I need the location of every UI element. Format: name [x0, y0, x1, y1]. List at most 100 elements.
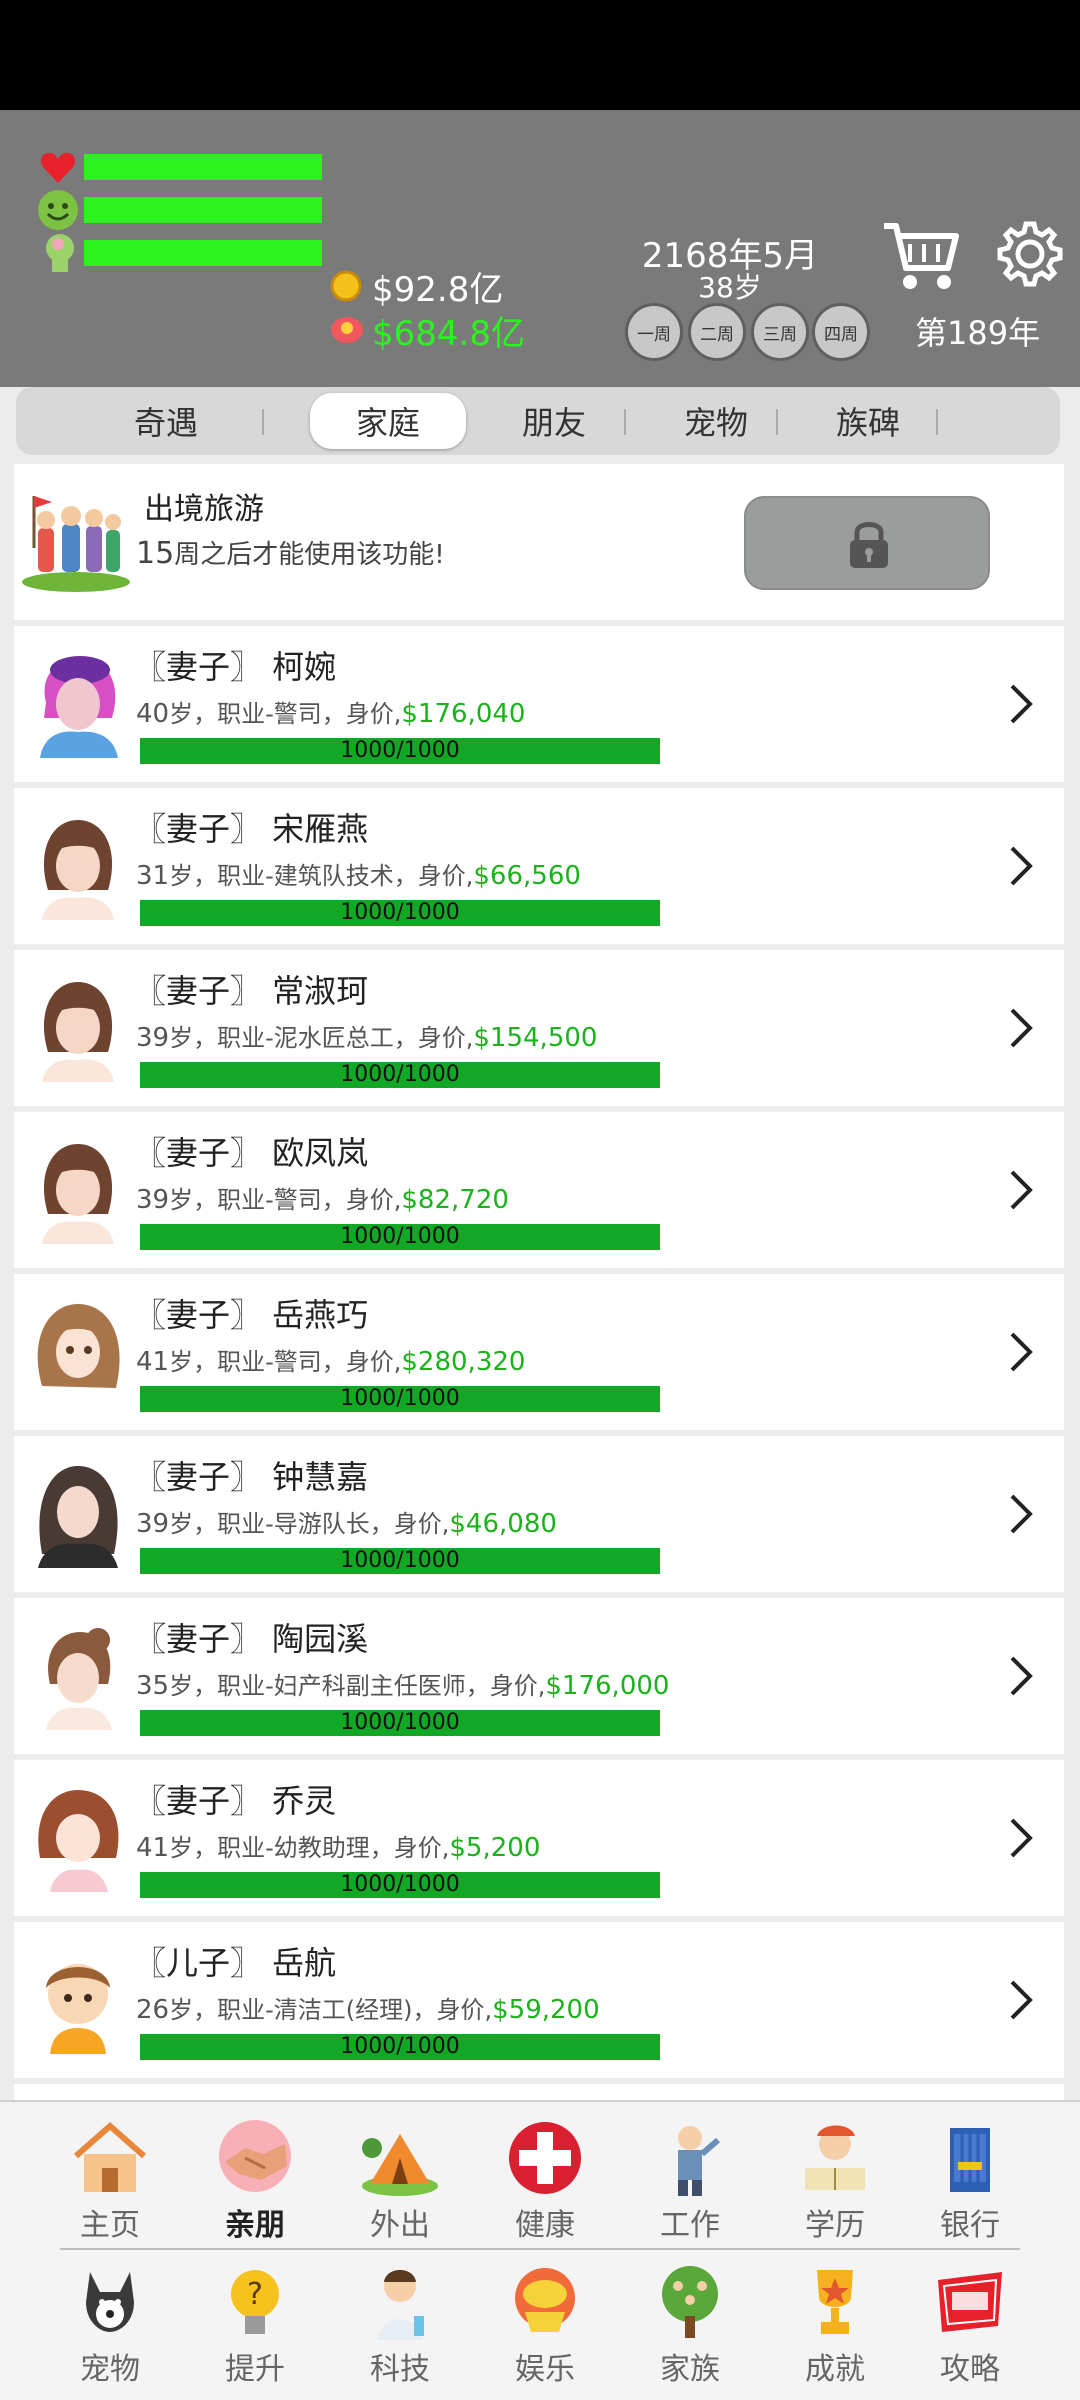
member-info: 40岁，职业-警司，身价,$176,040	[136, 699, 526, 729]
family-member-card[interactable]: 〖妻子〗 乔灵 41岁，职业-幼教助理，身价,$5,200 1000/1000	[14, 1760, 1064, 1916]
relationship-bar: 1000/1000	[140, 900, 660, 926]
gold-coin-icon	[330, 270, 362, 302]
avatar-icon	[38, 1466, 118, 1568]
status-bar	[0, 0, 1080, 110]
heart-icon	[40, 152, 76, 183]
nav-improve[interactable]: ? 提升	[185, 2256, 325, 2387]
nav-entertainment[interactable]: 娱乐	[475, 2256, 615, 2387]
dog-icon	[86, 2272, 134, 2332]
nav-relatives[interactable]: 亲朋	[185, 2112, 325, 2243]
relationship-bar: 1000/1000	[140, 1224, 660, 1250]
family-member-card[interactable]: 〖妻子〗 岳燕巧 41岁，职业-警司，身价,$280,320 1000/1000	[14, 1274, 1064, 1430]
week-1-button[interactable]: 一周	[625, 303, 683, 361]
nav-divider	[60, 2248, 1020, 2250]
family-tree-icon	[662, 2266, 718, 2338]
nav-home[interactable]: 主页	[40, 2112, 180, 2243]
smiley-icon	[38, 190, 78, 230]
health-bar	[84, 154, 322, 180]
week-4-button[interactable]: 四周	[812, 303, 870, 361]
player-age: 38岁	[698, 271, 762, 304]
member-info: 35岁，职业-妇产科副主任医师，身价,$176,000	[136, 1671, 670, 1701]
avatar-icon	[42, 1144, 114, 1244]
tab-divider	[776, 409, 778, 435]
member-info: 39岁，职业-泥水匠总工，身价,$154,500	[136, 1023, 598, 1053]
avatar-icon	[37, 1304, 120, 1388]
worker-icon	[678, 2126, 720, 2196]
family-member-card[interactable]: 〖妻子〗 钟慧嘉 39岁，职业-导游队长，身价,$46,080 1000/100…	[14, 1436, 1064, 1592]
wealth-value: $92.8亿	[372, 270, 504, 310]
member-info: 39岁，职业-导游队长，身价,$46,080	[136, 1509, 557, 1539]
chevron-right-icon	[1010, 1818, 1033, 1858]
chevron-right-icon	[1010, 1980, 1033, 2020]
category-tabs: 奇遇 家庭 朋友 宠物 族碑	[16, 387, 1060, 455]
nav-outing[interactable]: 外出	[330, 2112, 470, 2243]
tab-divider	[262, 409, 264, 435]
avatar-icon	[46, 1964, 110, 2054]
family-member-card[interactable]: 〖妻子〗 欧凤岚 39岁，职业-警司，身价,$82,720 1000/1000	[14, 1112, 1064, 1268]
nav-technology[interactable]: 科技	[330, 2256, 470, 2387]
home-icon	[74, 2121, 146, 2192]
settings-gear-icon[interactable]	[996, 220, 1064, 288]
stats-header: $92.8亿 $684.8亿 2168年5月 38岁 一周 二周 三周 四周 第…	[0, 110, 1080, 387]
handshake-icon	[219, 2120, 291, 2192]
member-title: 〖妻子〗 欧凤岚	[134, 1134, 369, 1172]
trophy-icon	[817, 2270, 853, 2334]
member-title: 〖妻子〗 柯婉	[134, 648, 337, 686]
travel-subtitle: 15周之后才能使用该功能!	[136, 536, 445, 571]
medical-cross-icon	[509, 2122, 581, 2194]
nav-clan[interactable]: 家族	[620, 2256, 760, 2387]
member-info: 39岁，职业-警司，身价,$82,720	[136, 1185, 509, 1215]
avatar-icon	[38, 1790, 119, 1892]
family-member-card[interactable]: 〖妻子〗 常淑珂 39岁，职业-泥水匠总工，身价,$154,500 1000/1…	[14, 950, 1064, 1106]
member-title: 〖妻子〗 宋雁燕	[134, 810, 369, 848]
member-title: 〖妻子〗 钟慧嘉	[134, 1458, 369, 1496]
tab-adventure[interactable]: 奇遇	[106, 393, 226, 449]
family-member-card[interactable]: 〖妻子〗 柯婉 40岁，职业-警司，身价,$176,040 1000/1000	[14, 626, 1064, 782]
family-member-card[interactable]: 〖儿子〗 岳航 26岁，职业-清洁工(经理)，身价,$59,200 1000/1…	[14, 1922, 1064, 2078]
member-info: 31岁，职业-建筑队技术，身价,$66,560	[136, 861, 581, 891]
nav-achievements[interactable]: 成就	[765, 2256, 905, 2387]
week-2-button[interactable]: 二周	[688, 303, 746, 361]
nav-guide[interactable]: 攻略	[900, 2256, 1040, 2387]
week-3-button[interactable]: 三周	[751, 303, 809, 361]
member-title: 〖儿子〗 岳航	[134, 1944, 337, 1982]
nav-bank[interactable]: 银行	[900, 2112, 1040, 2243]
travel-locked-button[interactable]	[744, 496, 990, 590]
member-title: 〖妻子〗 常淑珂	[134, 972, 369, 1010]
tab-friends[interactable]: 朋友	[494, 393, 614, 449]
member-title: 〖妻子〗 岳燕巧	[134, 1296, 369, 1334]
lightbulb-icon: ?	[231, 2270, 279, 2334]
nav-pets[interactable]: 宠物	[40, 2256, 180, 2387]
chevron-right-icon	[1010, 1656, 1033, 1696]
scientist-icon	[378, 2270, 424, 2340]
bottom-navigation: 主页 亲朋 外出 健康 工作 学历 银行 宠物 ? 提升 科技 娱乐 家族 成就…	[0, 2100, 1080, 2400]
tab-pets[interactable]: 宠物	[656, 393, 776, 449]
relationship-bar: 1000/1000	[140, 1548, 660, 1574]
avatar-icon	[46, 1628, 112, 1730]
chevron-right-icon	[1010, 1494, 1033, 1534]
shopping-cart-icon[interactable]	[880, 218, 960, 294]
tab-family[interactable]: 家庭	[310, 393, 466, 449]
nav-education[interactable]: 学历	[765, 2112, 905, 2243]
member-title: 〖妻子〗 乔灵	[134, 1782, 337, 1820]
member-info: 26岁，职业-清洁工(经理)，身价,$59,200	[136, 1995, 600, 2025]
avatar-icon	[40, 656, 118, 758]
piggy-bank-icon	[331, 317, 363, 343]
family-member-card[interactable]: 〖妻子〗 宋雁燕 31岁，职业-建筑队技术，身价,$66,560 1000/10…	[14, 788, 1064, 944]
relationship-bar: 1000/1000	[140, 1710, 660, 1736]
avatar-icon	[42, 982, 114, 1082]
relationship-bar: 1000/1000	[140, 1872, 660, 1898]
tent-icon	[362, 2134, 438, 2196]
chevron-right-icon	[1010, 1170, 1033, 1210]
tips-icon	[938, 2272, 1002, 2332]
relationship-bar: 1000/1000	[140, 1062, 660, 1088]
tab-memorial[interactable]: 族碑	[808, 393, 928, 449]
nav-health[interactable]: 健康	[475, 2112, 615, 2243]
tab-divider	[624, 409, 626, 435]
nav-work[interactable]: 工作	[620, 2112, 760, 2243]
gold-ingot-icon	[515, 2268, 575, 2332]
tab-divider	[936, 409, 938, 435]
travel-group-icon	[22, 496, 130, 592]
family-member-card[interactable]: 〖妻子〗 陶园溪 35岁，职业-妇产科副主任医师，身价,$176,000 100…	[14, 1598, 1064, 1754]
travel-title: 出境旅游	[144, 492, 264, 527]
